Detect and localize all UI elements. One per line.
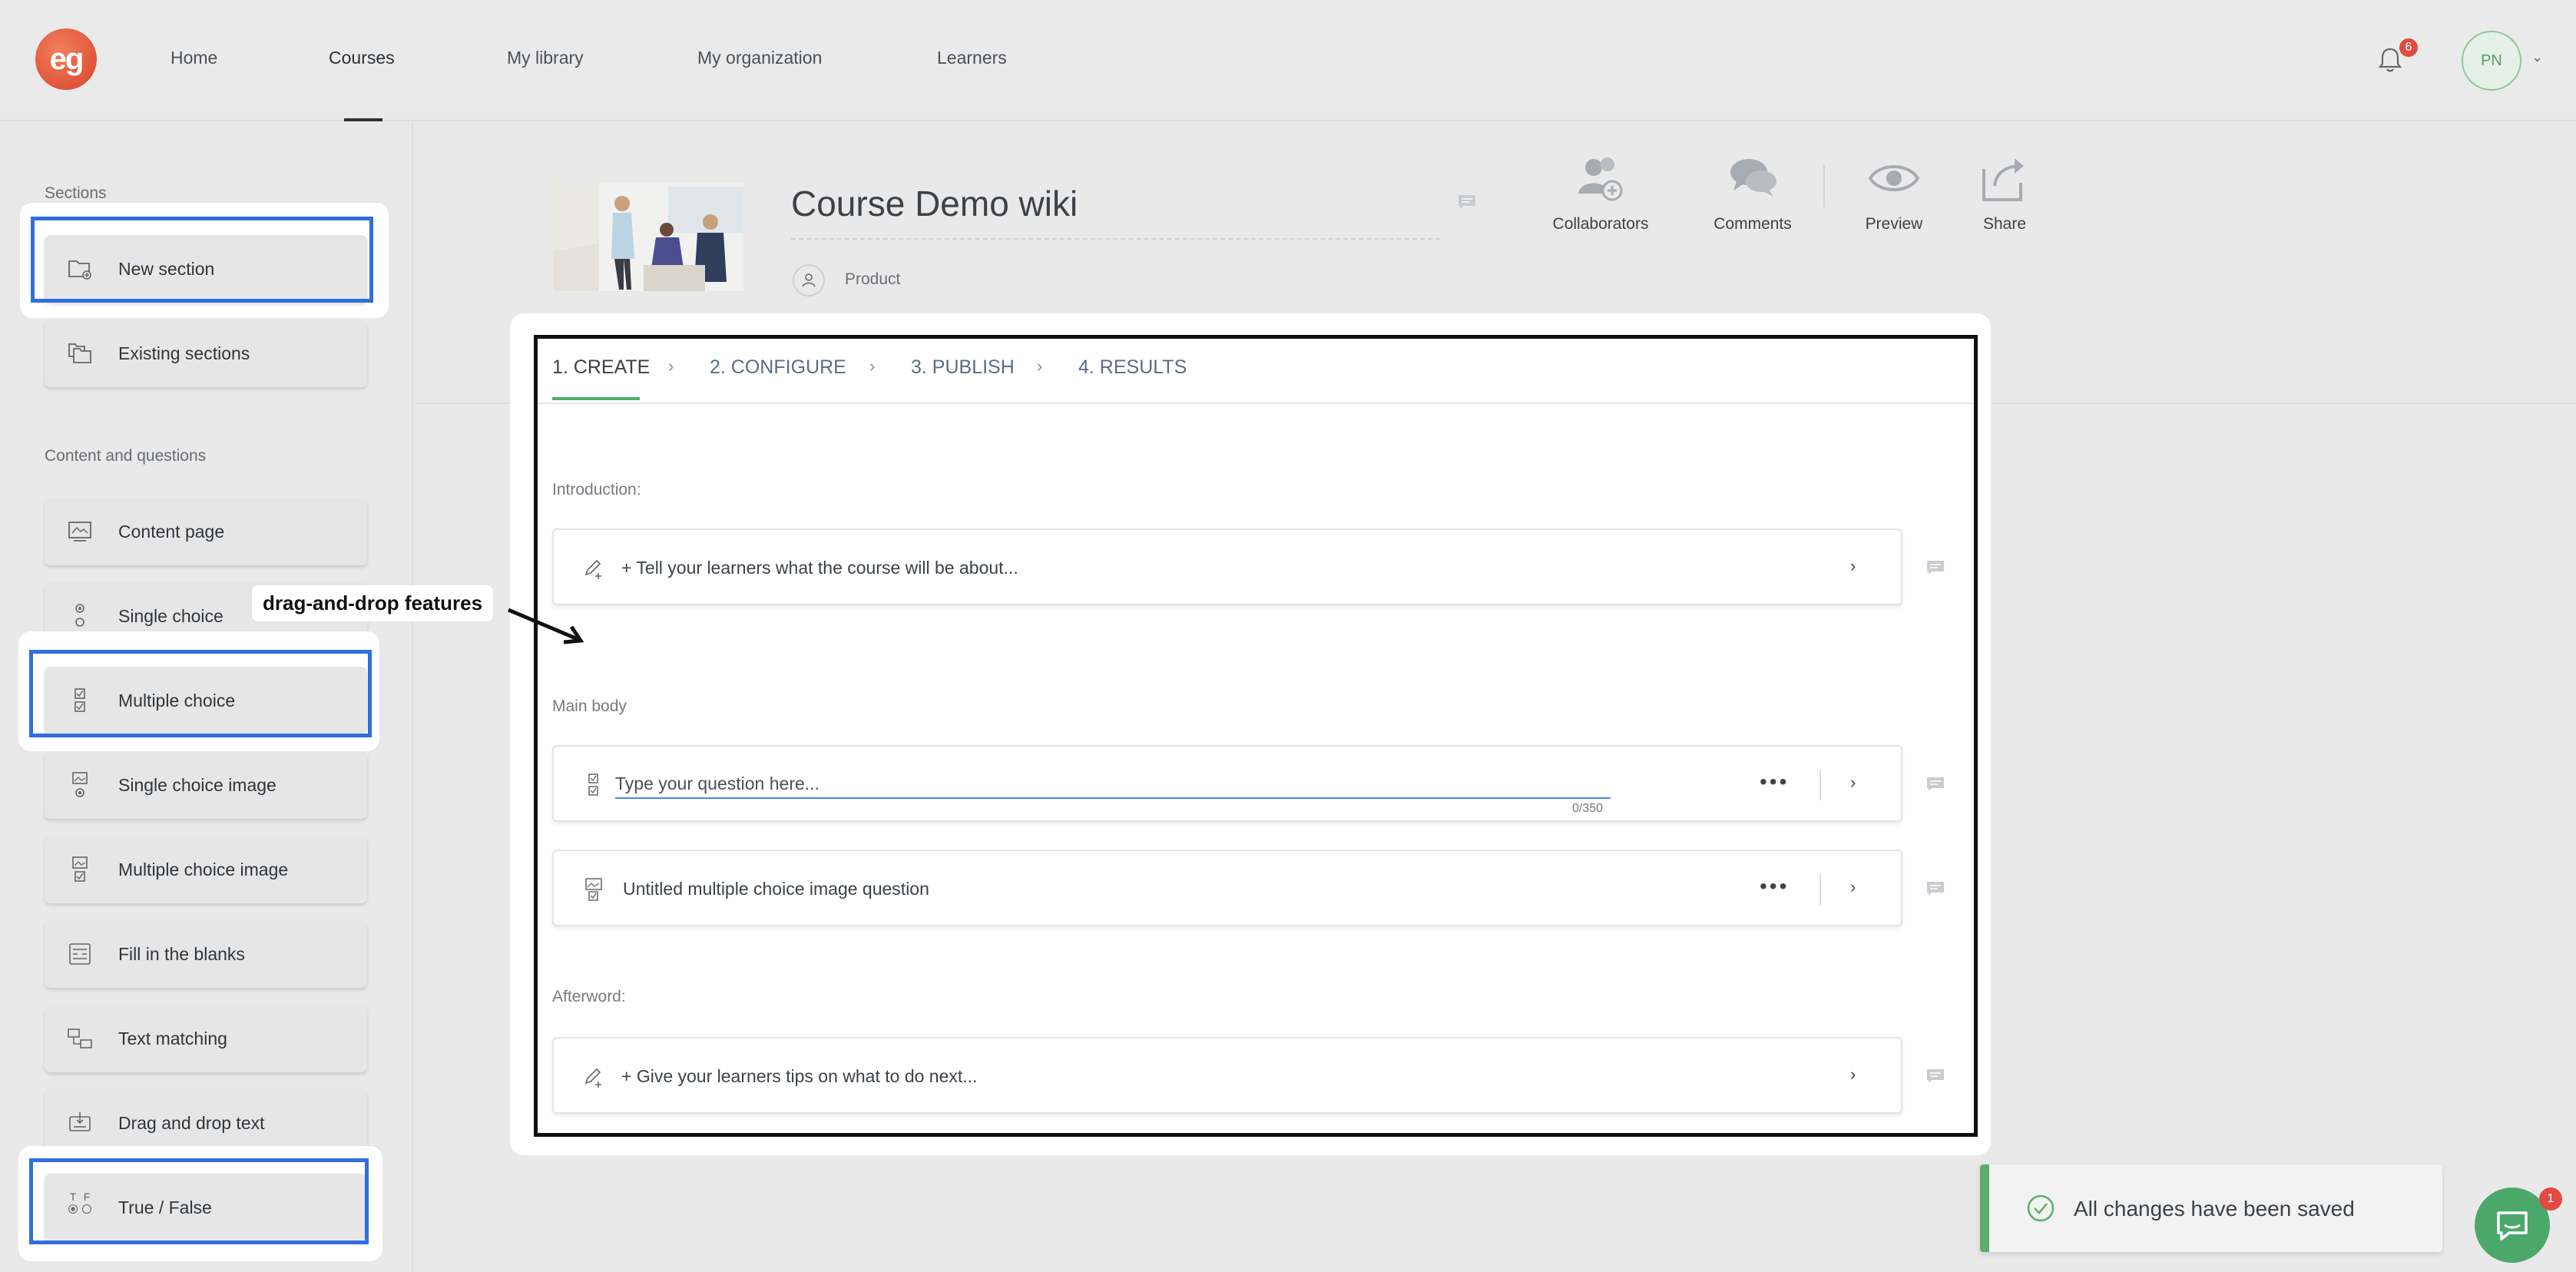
save-toast: All changes have been saved xyxy=(1980,1164,2442,1252)
title-underline xyxy=(791,238,1440,240)
sidebar-item-label: Content page xyxy=(118,521,225,542)
highlight-box xyxy=(29,650,372,737)
edit-plus-icon xyxy=(584,559,601,579)
comment-icon[interactable] xyxy=(1925,559,1945,576)
share-button[interactable]: Share xyxy=(1935,154,2074,234)
nav-home[interactable]: Home xyxy=(171,48,217,68)
course-thumbnail[interactable] xyxy=(553,182,743,291)
folders-icon xyxy=(68,343,91,363)
afterword-card[interactable]: + Give your learners tips on what to do … xyxy=(552,1037,1902,1114)
multiple-choice-image-button[interactable]: Multiple choice image xyxy=(45,836,367,903)
active-nav-indicator xyxy=(344,118,382,121)
sidebar-item-label: Multiple choice image xyxy=(118,859,289,879)
single-choice-image-icon xyxy=(72,772,88,797)
introduction-card[interactable]: + Tell your learners what the course wil… xyxy=(552,528,1902,605)
text-matching-icon xyxy=(68,1029,92,1048)
main-body-label: Main body xyxy=(552,697,627,715)
editor-panel xyxy=(534,335,1978,1137)
tab-configure[interactable]: 2. CONFIGURE xyxy=(710,356,846,379)
more-options-icon[interactable]: ••• xyxy=(1760,770,1789,794)
chevron-down-icon[interactable]: ⌄ xyxy=(2531,49,2543,65)
question-card[interactable]: 0/350 ••• › xyxy=(552,745,1902,822)
share-label: Share xyxy=(1982,215,2027,233)
top-navigation-bar: eg Home Courses My library My organizati… xyxy=(0,0,2576,121)
check-circle-icon xyxy=(2027,1194,2055,1222)
single-choice-image-button[interactable]: Single choice image xyxy=(45,751,367,819)
content-page-button[interactable]: Content page xyxy=(45,498,367,565)
comments-icon xyxy=(1730,159,1776,197)
multiple-choice-image-icon xyxy=(585,878,602,901)
card-separator xyxy=(1819,874,1821,905)
multiple-choice-image-icon xyxy=(72,856,88,882)
sidebar-item-label: Drag and drop text xyxy=(118,1112,265,1133)
edit-plus-icon xyxy=(584,1068,601,1088)
sections-heading: Sections xyxy=(45,184,107,202)
step-separator: › xyxy=(1037,356,1043,376)
question-input[interactable] xyxy=(615,770,1611,799)
single-choice-icon xyxy=(75,604,84,627)
avatar[interactable]: PN xyxy=(2462,31,2521,91)
highlight-box xyxy=(29,1158,369,1244)
step-separator: › xyxy=(668,356,674,376)
collaborators-icon xyxy=(1578,157,1623,201)
content-page-icon xyxy=(68,522,91,542)
course-title[interactable]: Course Demo wiki xyxy=(791,183,1078,224)
comment-icon[interactable] xyxy=(1457,194,1477,210)
sidebar-item-label: Text matching xyxy=(118,1028,227,1048)
afterword-label: Afterword: xyxy=(552,988,626,1005)
logo[interactable]: eg xyxy=(35,28,97,90)
question-card[interactable]: Untitled multiple choice image question … xyxy=(552,850,1902,926)
nav-my-organization[interactable]: My organization xyxy=(697,48,822,68)
step-separator: › xyxy=(869,356,876,376)
sidebar-item-label: Single choice xyxy=(118,605,223,626)
comment-icon[interactable] xyxy=(1925,1068,1945,1085)
introduction-prompt: + Tell your learners what the course wil… xyxy=(621,558,1018,578)
share-icon xyxy=(1982,158,2024,201)
sidebar-item-label: Existing sections xyxy=(118,343,250,363)
chat-icon xyxy=(2497,1211,2528,1241)
multiple-choice-icon xyxy=(588,773,598,796)
text-matching-button[interactable]: Text matching xyxy=(45,1005,367,1072)
collaborators-label: Collaborators xyxy=(1552,215,1649,233)
active-tab-indicator xyxy=(552,397,640,400)
chevron-right-icon[interactable]: › xyxy=(1850,773,1856,793)
drag-drop-text-icon xyxy=(69,1112,91,1131)
fill-in-the-blanks-button[interactable]: Fill in the blanks xyxy=(45,920,367,988)
comments-label: Comments xyxy=(1713,215,1792,233)
character-counter: 0/350 xyxy=(1572,802,1604,815)
nav-courses[interactable]: Courses xyxy=(329,48,395,68)
afterword-prompt: + Give your learners tips on what to do … xyxy=(621,1066,978,1086)
notification-badge: 6 xyxy=(2399,38,2418,57)
existing-sections-button[interactable]: Existing sections xyxy=(45,320,367,387)
tab-create[interactable]: 1. CREATE xyxy=(552,356,650,379)
content-questions-heading: Content and questions xyxy=(45,447,207,465)
card-separator xyxy=(1819,770,1821,800)
comments-button[interactable]: Comments xyxy=(1684,154,1822,234)
sidebar-item-label: Single choice image xyxy=(118,774,276,795)
nav-learners[interactable]: Learners xyxy=(937,48,1007,68)
course-category: Product xyxy=(845,270,901,288)
collaborators-button[interactable]: Collaborators xyxy=(1531,154,1670,234)
annotation-label: drag-and-drop features xyxy=(252,585,494,621)
introduction-label: Introduction: xyxy=(552,481,641,499)
toast-message: All changes have been saved xyxy=(2074,1197,2355,1221)
comment-icon[interactable] xyxy=(1925,880,1945,897)
nav-my-library[interactable]: My library xyxy=(507,48,584,68)
chevron-right-icon[interactable]: › xyxy=(1850,877,1856,897)
highlight-box xyxy=(31,217,373,303)
more-options-icon[interactable]: ••• xyxy=(1760,874,1789,899)
chevron-right-icon[interactable]: › xyxy=(1850,1065,1856,1085)
comment-icon[interactable] xyxy=(1925,776,1945,793)
annotation-arrow-icon xyxy=(508,608,584,644)
category-icon[interactable] xyxy=(793,264,825,296)
eye-icon xyxy=(1868,165,1920,191)
tabs-divider xyxy=(538,402,1974,404)
question-title[interactable]: Untitled multiple choice image question xyxy=(623,879,929,899)
chat-badge: 1 xyxy=(2539,1188,2562,1211)
sidebar-item-label: Fill in the blanks xyxy=(118,943,245,964)
tab-publish[interactable]: 3. PUBLISH xyxy=(911,356,1015,379)
fill-blanks-icon xyxy=(69,943,91,965)
tab-results[interactable]: 4. RESULTS xyxy=(1078,356,1187,379)
chevron-right-icon[interactable]: › xyxy=(1850,556,1856,576)
